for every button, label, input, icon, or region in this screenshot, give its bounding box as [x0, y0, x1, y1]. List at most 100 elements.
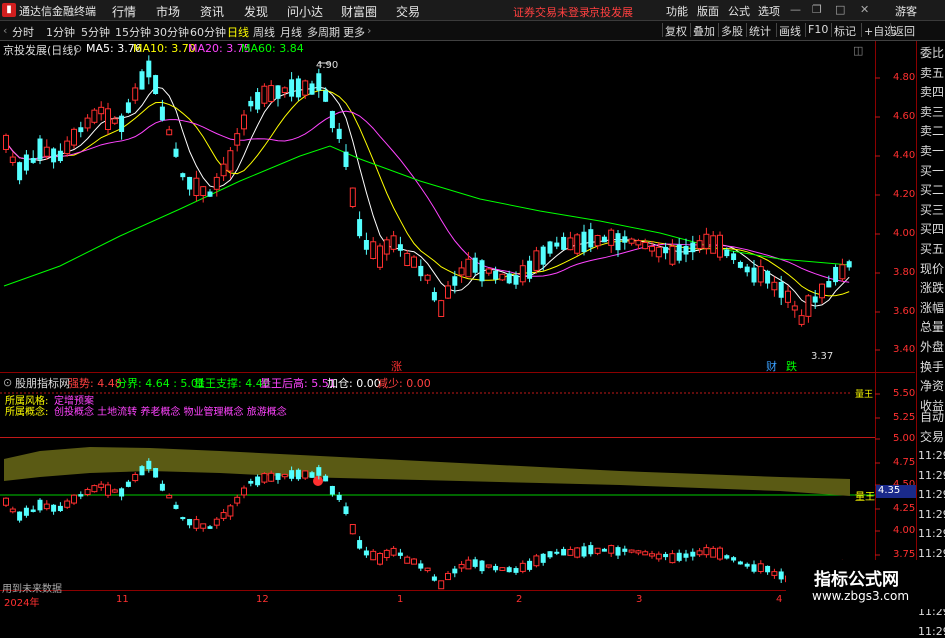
kline-chart-canvas[interactable] — [0, 41, 915, 608]
period-15min[interactable]: 15分钟 — [115, 24, 151, 40]
candle-body — [383, 239, 390, 255]
candle-body — [452, 568, 458, 574]
candle-body — [207, 191, 213, 197]
diejia-button[interactable]: 叠加 — [690, 23, 717, 38]
indicator-settings-icon[interactable]: ⊙ — [3, 376, 12, 389]
side-item[interactable]: 买二 — [920, 181, 944, 198]
back-button[interactable]: 返回 — [890, 23, 917, 38]
period-multi[interactable]: 多周期 — [307, 24, 340, 40]
candle-body — [125, 102, 131, 113]
menu-shichang[interactable]: 市场 — [156, 3, 180, 20]
menu-faxian[interactable]: 发现 — [244, 3, 268, 20]
f10-button[interactable]: F10 — [805, 23, 830, 37]
side-item[interactable]: 买一 — [920, 162, 944, 179]
side-item[interactable]: 买五 — [920, 240, 944, 257]
candle-body — [187, 176, 193, 190]
side-item[interactable]: 买四 — [920, 220, 944, 237]
side-item[interactable]: 卖四 — [920, 83, 944, 100]
maximize-icon[interactable]: □ — [835, 3, 845, 16]
y-tick-main: 3.40 — [893, 344, 916, 355]
ind-liangwang-zhicheng: 量王支撑: 4.40 — [194, 377, 270, 390]
candle-body — [105, 108, 111, 131]
candle-body — [717, 234, 723, 258]
side-item[interactable]: 现价 — [920, 260, 944, 277]
candle-body — [506, 273, 512, 284]
side-item[interactable]: 买三 — [920, 201, 944, 218]
candle-body — [839, 264, 846, 280]
guest-label[interactable]: 游客 — [895, 3, 917, 19]
login-warning[interactable]: 证券交易未登录 — [513, 4, 590, 20]
period-5min[interactable]: 5分钟 — [81, 24, 110, 40]
collapse-icon[interactable]: ‹ — [3, 24, 7, 37]
fuquan-button[interactable]: 复权 — [662, 23, 689, 38]
minimize-icon[interactable]: — — [790, 3, 801, 16]
huaxian-button[interactable]: 画线 — [776, 23, 803, 38]
candle-body — [737, 561, 743, 565]
candle-body — [316, 467, 322, 476]
duogu-button[interactable]: 多股 — [718, 23, 745, 38]
side-item[interactable]: 委比 — [920, 44, 944, 61]
side-item[interactable]: 净资 — [920, 377, 944, 394]
side-item[interactable]: 卖二 — [920, 122, 944, 139]
period-weekly[interactable]: 周线 — [253, 24, 275, 40]
candle-body — [220, 163, 227, 177]
y-tick-ind: 5.00 — [893, 433, 916, 444]
menu-wenxiaoda[interactable]: 问小达 — [287, 3, 323, 20]
candle-body — [615, 547, 621, 556]
candle-body — [710, 235, 717, 254]
biaoji-button[interactable]: 标记 — [831, 23, 858, 38]
y-tick-ind: 3.75 — [893, 549, 916, 560]
menu-xuanxiang[interactable]: 选项 — [758, 3, 780, 19]
side-item[interactable]: 涨跌 — [920, 279, 944, 296]
side-item[interactable]: 换手 — [920, 358, 944, 375]
candle-body — [349, 524, 356, 535]
candle-body — [3, 134, 9, 150]
candle-body — [581, 546, 587, 557]
candle-body — [567, 548, 574, 556]
period-daily[interactable]: 日线 — [227, 24, 249, 40]
side-item[interactable]: 涨幅 — [920, 299, 944, 316]
period-1min[interactable]: 1分钟 — [46, 24, 75, 40]
period-more[interactable]: 更多 — [343, 24, 365, 40]
menu-gongneng[interactable]: 功能 — [666, 3, 688, 19]
period-30min[interactable]: 30分钟 — [153, 24, 189, 40]
more-chevron-icon[interactable]: › — [367, 24, 371, 37]
menu-zixun[interactable]: 资讯 — [200, 3, 224, 20]
side-item[interactable]: 卖一 — [920, 142, 944, 159]
close-icon[interactable]: ✕ — [860, 3, 869, 16]
candle-body — [778, 571, 784, 580]
candle-body — [696, 550, 703, 556]
candle-body — [213, 176, 220, 190]
period-60min[interactable]: 60分钟 — [190, 24, 226, 40]
tongji-button[interactable]: 统计 — [746, 23, 773, 38]
menu-jiaoyi[interactable]: 交易 — [396, 3, 420, 20]
menu-banmian[interactable]: 版面 — [697, 3, 719, 19]
period-fenshi[interactable]: 分时 — [12, 24, 34, 40]
candle-body — [717, 547, 723, 560]
candle-body — [84, 489, 91, 495]
candle-body — [241, 114, 247, 130]
restore-icon[interactable]: ❐ — [812, 3, 822, 16]
chart-area[interactable]: 京投发展(日线) ⊙ MA5: 3.76 MA10: 3.70 MA20: 3.… — [0, 41, 916, 609]
candle-body — [17, 162, 23, 181]
side-item[interactable]: 卖三 — [920, 103, 944, 120]
side-item[interactable]: 自动 — [920, 408, 944, 425]
candle-body — [561, 236, 567, 250]
y-tick-main: 4.80 — [893, 72, 916, 83]
candle-body — [533, 555, 540, 567]
side-item[interactable]: 卖五 — [920, 64, 944, 81]
side-item[interactable]: 交易 — [920, 428, 944, 445]
pan-icon[interactable]: ◫ — [853, 44, 863, 57]
candle-body — [323, 475, 329, 482]
period-monthly[interactable]: 月线 — [280, 24, 302, 40]
y-tick-main: 4.40 — [893, 150, 916, 161]
candle-body — [98, 483, 105, 488]
menu-gongshi[interactable]: 公式 — [728, 3, 750, 19]
menu-hangqing[interactable]: 行情 — [112, 3, 136, 20]
side-item[interactable]: 总量 — [920, 318, 944, 335]
trade-time: 11:29 — [918, 546, 945, 560]
quote-side-panel[interactable]: 委比 卖五 卖四 卖三 卖二 卖一 买一 买二 买三 买四 买五 现价 涨跌 涨幅 总量 外盘 换手 净资 收益 自动… — [916, 41, 945, 638]
side-item[interactable]: 外盘 — [920, 338, 944, 355]
menu-caifuquan[interactable]: 财富圈 — [341, 3, 377, 20]
settings-icon[interactable]: ⊙ — [73, 42, 82, 55]
